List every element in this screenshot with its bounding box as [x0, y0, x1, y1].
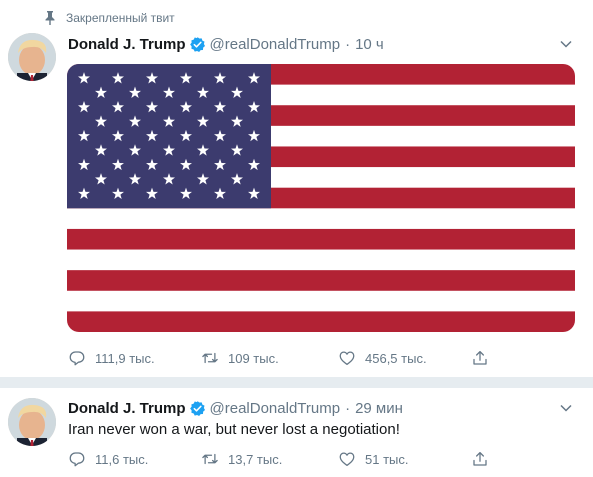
- screen-name[interactable]: @realDonaldTrump: [210, 400, 341, 417]
- reply-icon: [69, 351, 85, 366]
- pinned-tweet[interactable]: Закрепленный твит Donald J. Trump @realD…: [0, 0, 593, 378]
- tweet-actions: 111,9 тыс. 109 тыс. 456,5 тыс.: [68, 348, 498, 368]
- pinned-indicator: Закрепленный твит: [44, 11, 175, 25]
- timeline-separator: [0, 378, 593, 388]
- retweet-count: 13,7 тыс.: [228, 451, 283, 467]
- pinned-label: Закрепленный твит: [66, 11, 175, 25]
- timestamp[interactable]: 10 ч: [355, 36, 384, 53]
- avatar[interactable]: [8, 33, 56, 81]
- retweet-button[interactable]: 109 тыс.: [201, 348, 279, 368]
- share-icon: [473, 451, 487, 466]
- reply-button[interactable]: 111,9 тыс.: [68, 348, 155, 368]
- separator-dot: ·: [345, 35, 351, 53]
- avatar-image: [8, 33, 56, 81]
- retweet-count: 109 тыс.: [228, 350, 279, 366]
- chevron-down-icon[interactable]: [559, 401, 573, 415]
- share-button[interactable]: [471, 348, 489, 368]
- chevron-down-icon[interactable]: [559, 37, 573, 51]
- reply-button[interactable]: 11,6 тыс.: [68, 449, 148, 469]
- tweet-header: Donald J. Trump @realDonaldTrump · 10 ч: [68, 35, 384, 53]
- avatar[interactable]: [8, 398, 56, 446]
- avatar-image: [8, 398, 56, 446]
- tweet-text: Iran never won a war, but never lost a n…: [68, 421, 400, 438]
- verified-icon: [189, 400, 205, 416]
- share-icon: [473, 350, 487, 365]
- display-name[interactable]: Donald J. Trump: [68, 36, 186, 53]
- tweet-actions: 11,6 тыс. 13,7 тыс. 51 тыс.: [68, 449, 498, 469]
- tweet-header: Donald J. Trump @realDonaldTrump · 29 ми…: [68, 399, 403, 417]
- like-count: 456,5 тыс.: [365, 350, 427, 366]
- screen-name[interactable]: @realDonaldTrump: [210, 36, 341, 53]
- retweet-icon: [202, 352, 218, 364]
- like-icon: [339, 452, 355, 467]
- like-count: 51 тыс.: [365, 451, 409, 467]
- us-flag-image: [67, 64, 575, 332]
- like-button[interactable]: 456,5 тыс.: [338, 348, 427, 368]
- verified-icon: [189, 36, 205, 52]
- reply-icon: [69, 452, 85, 467]
- reply-count: 111,9 тыс.: [95, 350, 155, 366]
- retweet-icon: [202, 453, 218, 465]
- pin-icon: [45, 11, 55, 25]
- timestamp[interactable]: 29 мин: [355, 400, 403, 417]
- separator-dot: ·: [345, 399, 351, 417]
- tweet[interactable]: Donald J. Trump @realDonaldTrump · 29 ми…: [0, 388, 593, 477]
- display-name[interactable]: Donald J. Trump: [68, 400, 186, 417]
- share-button[interactable]: [471, 449, 489, 469]
- tweet-media-image[interactable]: [67, 64, 575, 332]
- like-button[interactable]: 51 тыс.: [338, 449, 408, 469]
- reply-count: 11,6 тыс.: [95, 451, 149, 467]
- retweet-button[interactable]: 13,7 тыс.: [201, 449, 282, 469]
- like-icon: [339, 351, 355, 366]
